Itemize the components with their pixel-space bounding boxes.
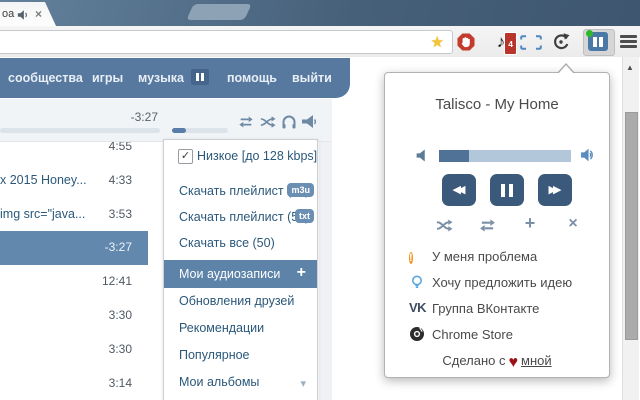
link-report-problem[interactable]: ! У меня проблема [385, 247, 609, 267]
volume-slider-fill [439, 150, 469, 162]
shuffle-icon[interactable] [260, 114, 276, 130]
repeat-icon[interactable] [478, 217, 496, 235]
menu-download-playlist-txt[interactable]: Скачать плейлист (50) [179, 210, 309, 224]
vk-logo-icon: VK [409, 300, 425, 316]
shuffle-icon[interactable] [435, 217, 453, 235]
page-scroll-gutter [319, 142, 332, 400]
browser-tab[interactable]: оа × [0, 2, 56, 26]
headphones-icon[interactable] [281, 114, 297, 130]
menu-my-audio-selected[interactable]: Мои аудиозаписи + [164, 260, 317, 288]
chrome-logo-icon [409, 326, 425, 342]
repeat-icon[interactable] [238, 114, 254, 130]
extension-popup: Talisco - My Home ◀◀ ▶▶ [384, 72, 610, 378]
tab-close-icon[interactable]: × [35, 7, 42, 21]
tab-title: оа [2, 8, 14, 20]
nav-communities[interactable]: сообщества [8, 71, 83, 85]
alert-icon: ! [409, 252, 413, 264]
nav-logout[interactable]: выйти [292, 71, 332, 85]
browser-window: оа × ★ ♪ 4 [0, 0, 640, 400]
menu-friends-updates[interactable]: Обновления друзей [179, 294, 294, 308]
audio-player-bar: -3:27 [0, 99, 332, 142]
track-row[interactable]: img src="java... 3:53 [0, 198, 148, 232]
vk-nav-header: сообщества игры музыка помощь выйти [0, 58, 350, 98]
extension-active-dot [586, 30, 593, 37]
adblock-stop-hand-icon[interactable] [456, 32, 476, 52]
quality-label[interactable]: Низкое [до 128 kbps] [197, 149, 317, 163]
nav-games[interactable]: игры [92, 71, 123, 85]
reload-circle-icon[interactable] [551, 32, 571, 52]
m3u-badge: m3u [287, 183, 314, 197]
track-row-playing[interactable]: -3:27 [0, 231, 148, 265]
screenshot-frame-icon[interactable] [520, 35, 540, 55]
track-row[interactable]: x 2015 Honey... 4:33 [0, 164, 148, 198]
volume-down-icon[interactable] [415, 149, 428, 162]
track-title: Talisco - My Home [385, 96, 609, 113]
vk-player-extension-button[interactable] [583, 29, 615, 56]
page-scrollbar[interactable]: ▲ [622, 57, 639, 400]
scrollbar-thumb[interactable] [625, 112, 638, 340]
vk-player-pause-icon [588, 32, 608, 51]
add-audio-plus-icon[interactable]: + [297, 264, 306, 282]
nav-pause-icon[interactable] [191, 69, 209, 85]
made-with-love: Сделано с♥мной [385, 353, 609, 372]
nav-music[interactable]: музыка [138, 71, 184, 85]
next-button[interactable]: ▶▶ [538, 174, 572, 206]
download-count-badge: 4 [504, 32, 517, 55]
link-suggest-idea[interactable]: Хочу предложить идею [385, 273, 609, 293]
browser-toolbar: ★ ♪ 4 [0, 26, 640, 58]
track-row[interactable]: 3:14 [0, 367, 148, 400]
volume-bar[interactable] [172, 128, 228, 133]
menu-download-all[interactable]: Скачать все (50) [179, 236, 275, 250]
menu-my-albums[interactable]: Мои альбомы [179, 375, 259, 389]
new-tab-button[interactable] [186, 4, 251, 20]
albums-expand-icon[interactable]: ▾ [300, 377, 306, 390]
txt-badge: txt [295, 209, 314, 223]
audio-dropdown-menu: ✓ Низкое [до 128 kbps] Скачать плейлист … [163, 139, 318, 400]
remaining-time: -3:27 [98, 110, 158, 124]
scroll-up-icon[interactable]: ▲ [626, 63, 634, 72]
volume-up-icon[interactable] [580, 147, 596, 163]
track-row[interactable]: 3:30 [0, 299, 148, 333]
heart-icon: ♥ [506, 354, 522, 371]
quality-checkbox[interactable]: ✓ [178, 149, 193, 164]
bookmark-star-icon[interactable]: ★ [431, 33, 444, 51]
volume-slider[interactable] [439, 150, 571, 162]
vk-page: сообщества игры музыка помощь выйти -3:2… [0, 57, 640, 400]
link-chrome-store[interactable]: Chrome Store [385, 325, 609, 345]
volume-level [172, 128, 186, 133]
broadcast-megaphone-icon[interactable] [301, 114, 317, 130]
track-row[interactable]: 3:30 [0, 333, 148, 367]
progress-bar[interactable] [0, 128, 160, 133]
music-downloader-clef-icon[interactable]: ♪ 4 [491, 32, 511, 52]
tab-audio-speaker-icon [17, 9, 29, 21]
track-row[interactable]: 12:41 [0, 265, 148, 299]
address-bar[interactable]: ★ [0, 30, 453, 54]
tab-strip: оа × [0, 0, 640, 26]
chrome-menu-icon[interactable] [620, 35, 637, 48]
author-link[interactable]: мной [521, 353, 552, 368]
previous-button[interactable]: ◀◀ [442, 174, 476, 206]
pause-button[interactable] [490, 174, 524, 206]
remove-track-close-icon[interactable]: × [564, 215, 582, 233]
menu-popular[interactable]: Популярное [179, 348, 250, 362]
nav-help[interactable]: помощь [227, 71, 277, 85]
menu-recommendations[interactable]: Рекомендации [179, 321, 264, 335]
lightbulb-icon [409, 274, 425, 290]
add-track-plus-icon[interactable]: + [521, 213, 539, 231]
link-vk-group[interactable]: VK Группа ВКонтакте [385, 299, 609, 319]
